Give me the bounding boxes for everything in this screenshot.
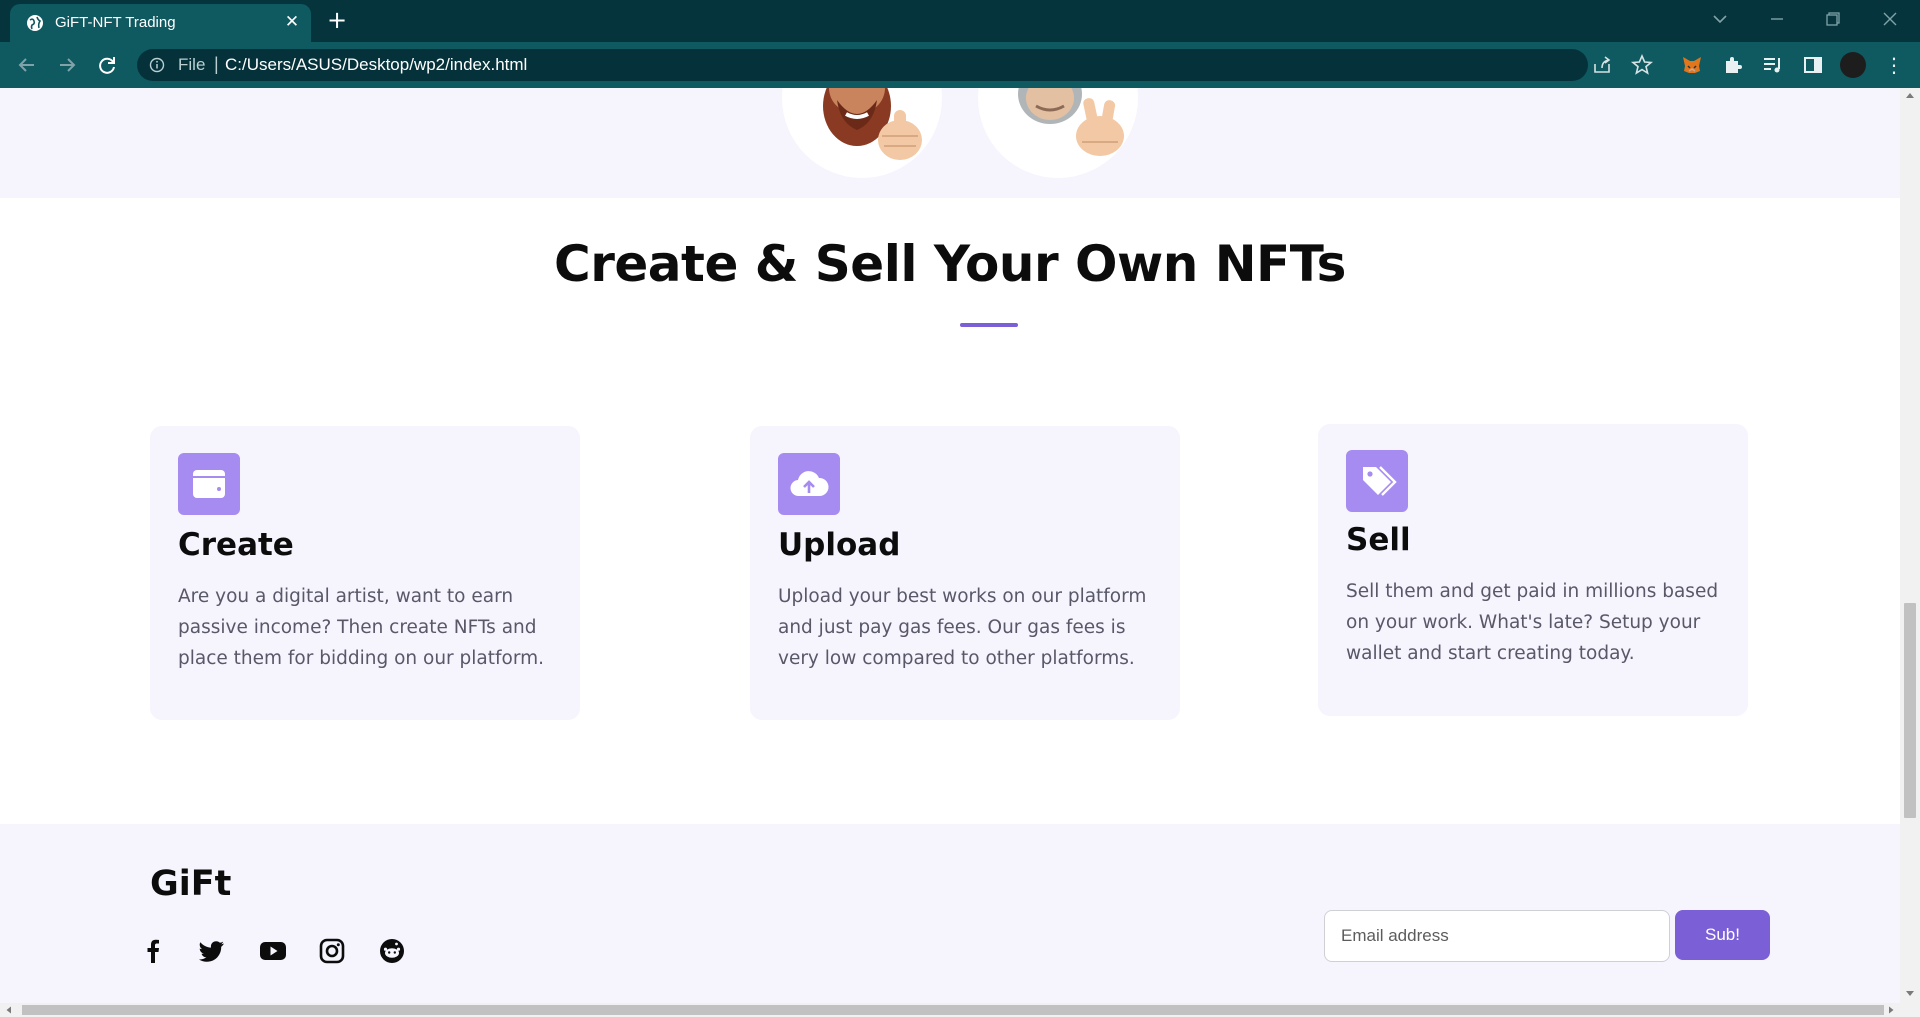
team-section-band (0, 88, 1900, 198)
card-title: Sell (1346, 522, 1411, 558)
window-close-icon[interactable] (1877, 6, 1903, 32)
scheme-separator: | (214, 54, 219, 74)
scroll-left-arrow-icon[interactable] (5, 1006, 13, 1014)
card-description: Sell them and get paid in millions based… (1346, 581, 1719, 664)
title-underline (960, 323, 1018, 327)
url-text[interactable]: C:/Users/ASUS/Desktop/wp2/index.html (225, 55, 527, 75)
cloud-upload-icon (790, 471, 829, 497)
bookmark-star-icon[interactable] (1630, 53, 1654, 77)
wallet-icon (193, 470, 225, 498)
vertical-scrollbar[interactable] (1900, 88, 1920, 1003)
card-description: Upload your best works on our platform a… (778, 586, 1147, 669)
card-icon-box (178, 453, 240, 515)
memoji-peace-sign-icon (1018, 88, 1124, 156)
card-title: Create (178, 527, 294, 563)
instagram-icon[interactable] (317, 936, 347, 966)
tags-icon (1363, 466, 1397, 496)
globe-icon (27, 15, 43, 31)
browser-titlebar: GiFT-NFT Trading ✕ + (0, 0, 1920, 42)
share-icon[interactable] (1590, 53, 1614, 77)
info-icon[interactable] (149, 57, 165, 73)
back-arrow-icon[interactable] (13, 51, 41, 79)
vertical-scroll-thumb[interactable] (1904, 603, 1916, 818)
scroll-right-arrow-icon[interactable] (1887, 1006, 1895, 1014)
side-panel-icon[interactable] (1801, 53, 1825, 77)
footer: GiFt Sub! (0, 824, 1900, 1003)
tab-close-icon[interactable]: ✕ (282, 12, 302, 32)
reload-icon[interactable] (93, 51, 121, 79)
card-title: Upload (778, 527, 901, 563)
footer-logo[interactable]: GiFt (150, 864, 231, 904)
subscribe-button[interactable]: Sub! (1675, 910, 1770, 960)
youtube-icon[interactable] (258, 936, 288, 966)
card-icon-box (778, 453, 840, 515)
minimize-icon[interactable] (1764, 6, 1790, 32)
feature-card-sell: Sell Sell them and get paid in millions … (1318, 424, 1748, 716)
profile-avatar[interactable] (1840, 52, 1866, 78)
browser-toolbar: File | C:/Users/ASUS/Desktop/wp2/index.h… (0, 42, 1920, 88)
card-icon-box (1346, 450, 1408, 512)
media-control-icon[interactable] (1761, 53, 1785, 77)
team-avatar (978, 88, 1138, 178)
page-viewport: Create & Sell Your Own NFTs Create Are y… (0, 88, 1900, 1003)
browser-menu-icon[interactable]: ⋮ (1884, 52, 1904, 78)
section-title: Create & Sell Your Own NFTs (554, 235, 1346, 293)
feature-card-create: Create Are you a digital artist, want to… (150, 426, 580, 720)
tab-title: GiFT-NFT Trading (55, 14, 176, 31)
metamask-fox-icon[interactable] (1680, 53, 1704, 77)
card-description: Are you a digital artist, want to earn p… (178, 586, 545, 669)
tab-search-icon[interactable] (1707, 6, 1733, 32)
browser-tab[interactable]: GiFT-NFT Trading ✕ (10, 4, 311, 42)
reddit-icon[interactable] (377, 936, 407, 966)
email-input[interactable] (1324, 910, 1670, 962)
memoji-thumbs-up-icon (823, 88, 922, 160)
new-tab-button[interactable]: + (326, 8, 348, 32)
scroll-down-arrow-icon[interactable] (1905, 990, 1915, 998)
extensions-puzzle-icon[interactable] (1721, 53, 1745, 77)
address-bar[interactable]: File | C:/Users/ASUS/Desktop/wp2/index.h… (137, 49, 1654, 81)
scheme-label: File (178, 55, 206, 74)
facebook-icon[interactable] (138, 936, 168, 966)
feature-card-upload: Upload Upload your best works on our pla… (750, 426, 1180, 720)
forward-arrow-icon[interactable] (53, 51, 81, 79)
horizontal-scrollbar[interactable] (0, 1003, 1920, 1017)
team-avatar (782, 88, 942, 178)
scroll-up-arrow-icon[interactable] (1905, 91, 1915, 99)
horizontal-scroll-thumb[interactable] (22, 1005, 1884, 1015)
twitter-icon[interactable] (197, 936, 227, 966)
restore-icon[interactable] (1820, 6, 1846, 32)
